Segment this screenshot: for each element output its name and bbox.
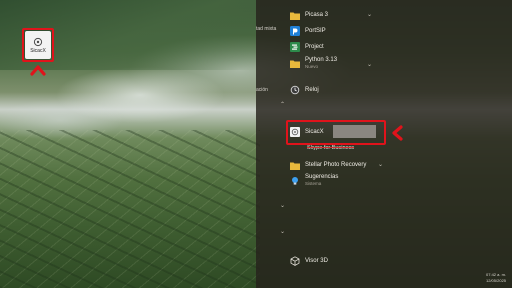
chevron-down-icon[interactable]: ⌄: [367, 62, 372, 68]
app-item-sugerencias[interactable]: Sugerencias Sistema: [290, 174, 338, 187]
terraced-fields: [0, 130, 260, 288]
cut-label-1: tad mixta: [256, 26, 277, 32]
app-name: Visor 3D: [305, 257, 328, 264]
app-name: Stellar Photo Recovery: [305, 161, 367, 168]
chevron-left-icon: [392, 125, 403, 141]
chevron-down-icon[interactable]: ⌄: [378, 162, 383, 168]
app-item-skype[interactable]: Skype for Business: [307, 145, 354, 151]
highlight-box-desktop: [22, 28, 54, 62]
folder-icon: [290, 59, 300, 69]
new-badge: Nuevo: [305, 64, 319, 69]
taskbar-clock[interactable]: 07:42 a. m. 12/05/2025: [486, 272, 506, 284]
project-icon: [290, 42, 300, 52]
app-name: Project: [305, 43, 324, 50]
lightbulb-icon: [290, 176, 300, 186]
chevron-down-icon[interactable]: ⌄: [280, 229, 285, 235]
clock-icon: [290, 85, 300, 95]
app-item-project[interactable]: Project: [290, 42, 324, 52]
chevron-up-icon[interactable]: ⌃: [280, 102, 285, 108]
app-name: Python 3.13: [305, 57, 338, 63]
folder-icon: [290, 160, 300, 170]
app-item-python[interactable]: Python 3.13 Nuevo: [290, 57, 337, 70]
app-name: Reloj: [305, 86, 319, 93]
app-subtitle: Sistema: [305, 181, 322, 186]
chevron-down-icon[interactable]: ⌄: [367, 12, 372, 18]
cut-label-2: ación: [256, 87, 268, 93]
app-name: Sugerencias: [305, 174, 339, 180]
app-item-stellar[interactable]: Stellar Photo Recovery: [290, 160, 366, 170]
highlight-box-sicacx: [286, 120, 386, 145]
chevron-down-icon[interactable]: ⌄: [280, 203, 285, 209]
app-name: PortSIP: [305, 27, 326, 34]
app-item-portsip[interactable]: PortSIP: [290, 26, 326, 36]
app-item-visor3d[interactable]: Visor 3D: [290, 256, 328, 266]
cube-icon: [290, 256, 300, 266]
app-item-reloj[interactable]: Reloj: [290, 85, 319, 95]
app-item-picasa[interactable]: Picasa 3: [290, 10, 328, 20]
app-name: Picasa 3: [305, 11, 329, 18]
folder-icon: [290, 10, 300, 20]
chevron-up-icon: [30, 65, 46, 76]
taskbar-date: 12/05/2025: [486, 278, 507, 283]
portsip-icon: [290, 26, 300, 36]
